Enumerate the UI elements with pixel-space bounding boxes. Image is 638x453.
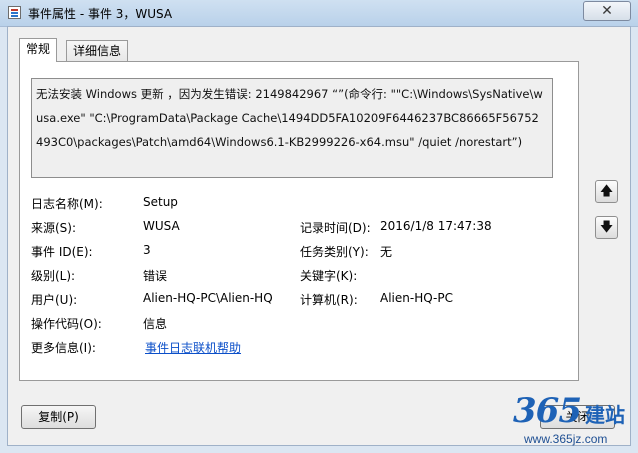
user-label: 用户(U): bbox=[31, 293, 78, 307]
more-info-label: 更多信息(I): bbox=[31, 341, 96, 355]
title-bar[interactable]: 事件属性 - 事件 3，WUSA ✕ bbox=[0, 0, 638, 27]
computer-label: 计算机(R): bbox=[300, 293, 358, 307]
level-label: 级别(L): bbox=[31, 269, 76, 283]
copy-button[interactable]: 复制(P) bbox=[21, 405, 96, 429]
logged-value: 2016/1/8 17:47:38 bbox=[380, 219, 492, 233]
up-arrow-icon[interactable]: 🡅 bbox=[595, 180, 618, 203]
watermark-logo: 365 bbox=[513, 391, 582, 431]
watermark-url: www.365jz.com bbox=[524, 432, 608, 446]
tab-details[interactable]: 详细信息 bbox=[66, 40, 129, 62]
window-title: 事件属性 - 事件 3，WUSA bbox=[28, 7, 173, 21]
source-label: 来源(S): bbox=[31, 221, 77, 235]
task-category-label: 任务类别(Y): bbox=[300, 245, 369, 259]
event-id-value: 3 bbox=[143, 243, 151, 257]
online-help-link[interactable]: 事件日志联机帮助 bbox=[145, 339, 241, 356]
dialog-body: 常规 详细信息 无法安装 Windows 更新 ，因为发生错误: 2149842… bbox=[7, 26, 631, 446]
close-icon[interactable]: ✕ bbox=[583, 1, 631, 21]
log-name-label: 日志名称(M): bbox=[31, 197, 103, 211]
opcode-label: 操作代码(O): bbox=[31, 317, 102, 331]
user-value: Alien-HQ-PC\Alien-HQ bbox=[143, 291, 273, 305]
computer-value: Alien-HQ-PC bbox=[380, 291, 453, 305]
logged-label: 记录时间(D): bbox=[300, 221, 371, 235]
event-description[interactable]: 无法安装 Windows 更新 ，因为发生错误: 2149842967 “”(命… bbox=[31, 78, 553, 178]
down-arrow-icon[interactable]: 🡇 bbox=[595, 216, 618, 239]
log-name-value: Setup bbox=[143, 195, 178, 209]
tab-general[interactable]: 常规 bbox=[19, 38, 58, 62]
event-viewer-icon bbox=[8, 6, 21, 19]
source-value: WUSA bbox=[143, 219, 180, 233]
watermark-cn: 建站 bbox=[585, 403, 625, 427]
level-value: 错误 bbox=[143, 269, 168, 283]
general-panel: 无法安装 Windows 更新 ，因为发生错误: 2149842967 “”(命… bbox=[19, 61, 579, 381]
event-id-label: 事件 ID(E): bbox=[31, 245, 93, 259]
task-category-value: 无 bbox=[380, 245, 393, 259]
keywords-label: 关键字(K): bbox=[300, 269, 358, 283]
opcode-value: 信息 bbox=[143, 317, 168, 331]
